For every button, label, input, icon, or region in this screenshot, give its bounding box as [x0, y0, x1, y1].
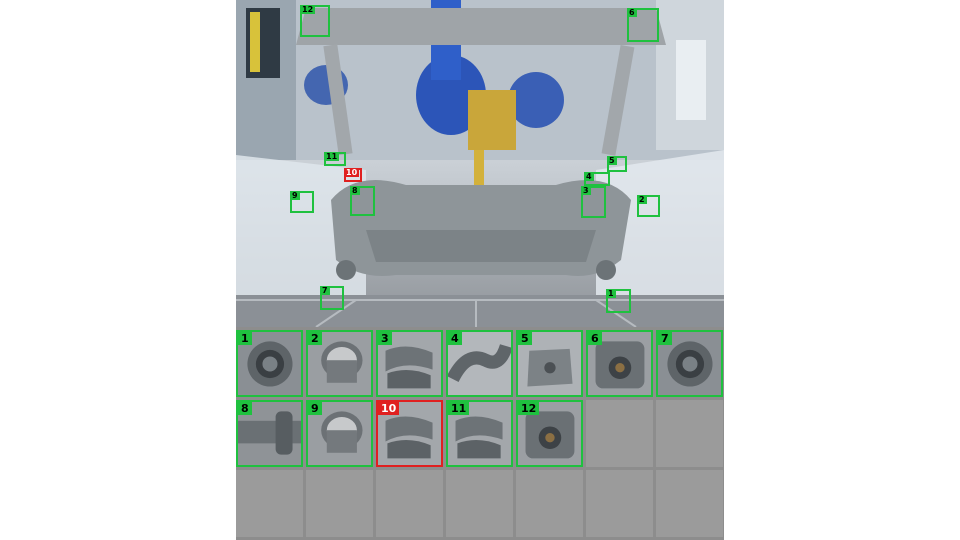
part-thumbnail-11[interactable]: 11	[446, 400, 513, 467]
thumbnail-number: 12	[518, 402, 540, 415]
part-thumbnail-2[interactable]: 2	[306, 330, 373, 397]
detection-box-10[interactable]: 10	[344, 168, 362, 182]
empty-thumbnail-slot	[306, 470, 373, 537]
part-thumbnail-7[interactable]: 7	[656, 330, 723, 397]
thumbnail-number: 4	[448, 332, 462, 345]
detection-label: 8	[350, 186, 360, 195]
detection-label: 10	[344, 168, 360, 177]
detection-box-4[interactable]: 4	[584, 172, 610, 186]
detection-box-9[interactable]: 9	[290, 191, 314, 213]
empty-thumbnail-slot	[586, 400, 653, 467]
detection-label: 11	[324, 152, 340, 161]
thumbnail-number: 3	[378, 332, 392, 345]
empty-thumbnail-slot	[656, 470, 723, 537]
part-thumbnail-4[interactable]: 4	[446, 330, 513, 397]
part-thumbnail-6[interactable]: 6	[586, 330, 653, 397]
detection-label: 1	[606, 289, 616, 298]
detection-box-7[interactable]: 7	[320, 286, 344, 310]
detection-box-3[interactable]: 3	[581, 186, 606, 218]
detection-label: 7	[320, 286, 330, 295]
thumbnail-number: 5	[518, 332, 532, 345]
thumbnail-number: 7	[658, 332, 672, 345]
detection-box-8[interactable]: 8	[350, 186, 375, 216]
part-thumbnail-12[interactable]: 12	[516, 400, 583, 467]
thumbnail-number: 8	[238, 402, 252, 415]
thumbnail-number: 2	[308, 332, 322, 345]
part-thumbnail-3[interactable]: 3	[376, 330, 443, 397]
part-thumbnail-9[interactable]: 9	[306, 400, 373, 467]
thumbnail-grid: 1 2 3 4 5 6 7 8 9 10 11 12	[236, 330, 724, 540]
camera-view: 12 6 11 5 10 4 9 8 3 2 7 1	[236, 0, 724, 327]
inspection-panel: 12 6 11 5 10 4 9 8 3 2 7 1 1 2 3 4 5 6 7 8 9 10 11 12	[236, 0, 724, 540]
detection-label: 5	[607, 156, 617, 165]
thumbnail-number: 10	[378, 402, 400, 415]
thumbnail-number: 6	[588, 332, 602, 345]
detection-label: 12	[300, 5, 316, 14]
thumbnail-number: 11	[448, 402, 470, 415]
detection-label: 9	[290, 191, 300, 200]
subframe-scene-illustration	[236, 0, 724, 327]
part-thumbnail-8[interactable]: 8	[236, 400, 303, 467]
detection-box-2[interactable]: 2	[637, 195, 660, 217]
detection-box-5[interactable]: 5	[607, 156, 627, 172]
thumbnail-number: 9	[308, 402, 322, 415]
detection-box-6[interactable]: 6	[627, 8, 659, 42]
detection-label: 4	[584, 172, 594, 181]
part-thumbnail-5[interactable]: 5	[516, 330, 583, 397]
empty-thumbnail-slot	[446, 470, 513, 537]
detection-label: 3	[581, 186, 591, 195]
detection-box-12[interactable]: 12	[300, 5, 330, 37]
detection-box-1[interactable]: 1	[606, 289, 631, 313]
empty-thumbnail-slot	[236, 470, 303, 537]
empty-thumbnail-slot	[516, 470, 583, 537]
detection-box-11[interactable]: 11	[324, 152, 346, 166]
part-thumbnail-10[interactable]: 10	[376, 400, 443, 467]
empty-thumbnail-slot	[586, 470, 653, 537]
detection-label: 6	[627, 8, 637, 17]
detection-label: 2	[637, 195, 647, 204]
thumbnail-number: 1	[238, 332, 252, 345]
empty-thumbnail-slot	[376, 470, 443, 537]
empty-thumbnail-slot	[656, 400, 723, 467]
part-thumbnail-1[interactable]: 1	[236, 330, 303, 397]
